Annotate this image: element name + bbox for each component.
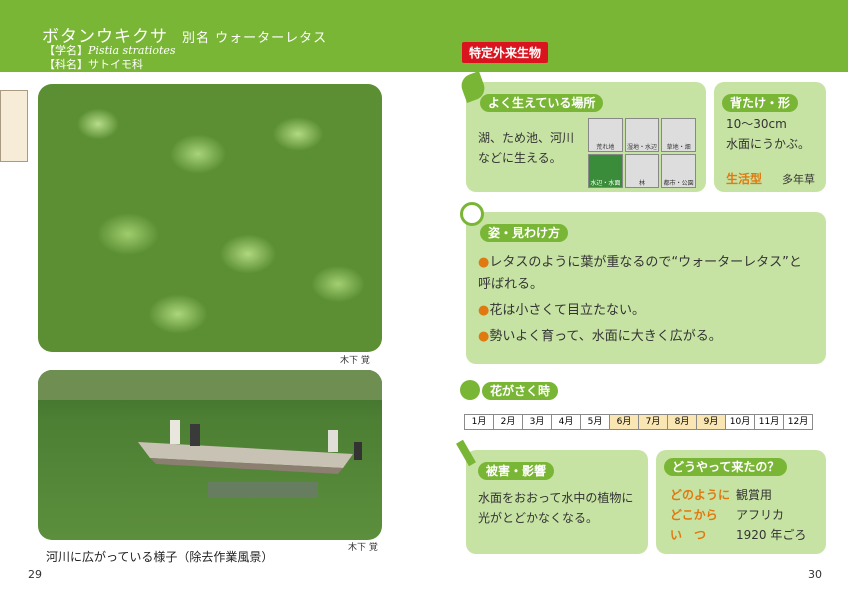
habitat-text-1: 湖、ため池、河川 bbox=[478, 131, 575, 145]
month-cell: 9月 bbox=[696, 414, 726, 430]
habitat-icons: 荒れ地 湿地・水辺 草地・畑 水辺・水面 林 都市・公園 bbox=[588, 118, 696, 188]
damage-text-2: 光がとどかなくなる。 bbox=[478, 511, 599, 525]
grassland-icon: 草地・畑 bbox=[661, 118, 696, 152]
water-surface-icon: 水辺・水面 bbox=[588, 154, 623, 188]
origin-when-value: 1920 年ごろ bbox=[736, 528, 807, 542]
month-cell: 10月 bbox=[725, 414, 755, 430]
origin-title: どうやって来たの？ bbox=[664, 458, 788, 476]
month-cell: 1月 bbox=[464, 414, 494, 430]
page-number-right: 30 bbox=[808, 568, 822, 581]
wetland-icon: 湿地・水辺 bbox=[624, 118, 660, 152]
month-cell: 8月 bbox=[667, 414, 697, 430]
features-list: ●レタスのように葉が重なるので“ウォーターレタス”と呼ばれる。 ●花は小さくて目… bbox=[478, 252, 808, 348]
habitat-title: よく生えている場所 bbox=[480, 94, 604, 112]
height-title: 背たけ・形 bbox=[722, 94, 799, 112]
height-size: 10〜30cm bbox=[726, 117, 787, 131]
month-cell: 3月 bbox=[522, 414, 552, 430]
photo-caption: 河川に広がっている様子（除去作業風景） bbox=[46, 550, 274, 564]
plant-alias: 別名 ウォーターレタス bbox=[182, 31, 328, 46]
forest-icon: 林 bbox=[624, 154, 660, 188]
origin-where-value: アフリカ bbox=[736, 508, 785, 522]
flower-icon bbox=[460, 380, 480, 400]
river-photo bbox=[38, 370, 382, 540]
origin-how-value: 観賞用 bbox=[736, 488, 773, 502]
park-icon: 都市・公園 bbox=[661, 154, 696, 188]
month-cell: 12月 bbox=[783, 414, 813, 430]
month-cell: 4月 bbox=[551, 414, 581, 430]
month-cell: 7月 bbox=[638, 414, 668, 430]
height-shape: 水面にうかぶ。 bbox=[726, 137, 811, 151]
plant-photo bbox=[38, 84, 382, 352]
month-cell: 6月 bbox=[609, 414, 639, 430]
invasive-badge: 特定外来生物 bbox=[462, 42, 549, 63]
bloom-months: 1月 2月 3月 4月 5月 6月 7月 8月 9月 10月 11月 12月 bbox=[464, 414, 813, 430]
magnifier-icon bbox=[460, 202, 484, 226]
boat-illustration bbox=[38, 370, 382, 498]
month-cell: 2月 bbox=[493, 414, 523, 430]
origin-when-label: い つ bbox=[670, 528, 707, 542]
habitat-text-2: などに生える。 bbox=[478, 151, 562, 165]
features-title: 姿・見わけ方 bbox=[480, 224, 569, 242]
photo-credit: 木下 覚 bbox=[348, 543, 378, 553]
feature-item-2: ●花は小さくて目立たない。 bbox=[478, 303, 645, 318]
origin-where-label: どこから bbox=[670, 508, 718, 522]
damage-text-1: 水面をおおって水中の植物に bbox=[478, 491, 634, 505]
month-cell: 5月 bbox=[580, 414, 610, 430]
feature-item-3: ●勢いよく育って、水面に大きく広がる。 bbox=[478, 329, 722, 344]
origin-how-label: どのように bbox=[670, 488, 731, 502]
photo-credit: 木下 覚 bbox=[340, 356, 370, 366]
page-number-left: 29 bbox=[28, 568, 42, 581]
life-form-label: 生活型 bbox=[726, 172, 763, 186]
month-cell: 11月 bbox=[754, 414, 784, 430]
side-tab bbox=[0, 90, 28, 162]
bloom-title: 花がさく時 bbox=[482, 382, 559, 400]
family-name: 【科名】サトイモ科 bbox=[44, 58, 143, 71]
wasteland-icon: 荒れ地 bbox=[588, 118, 623, 152]
damage-title: 被害・影響 bbox=[478, 462, 555, 480]
feature-item-1: ●レタスのように葉が重なるので“ウォーターレタス”と呼ばれる。 bbox=[478, 255, 802, 292]
life-form-value: 多年草 bbox=[782, 173, 815, 186]
